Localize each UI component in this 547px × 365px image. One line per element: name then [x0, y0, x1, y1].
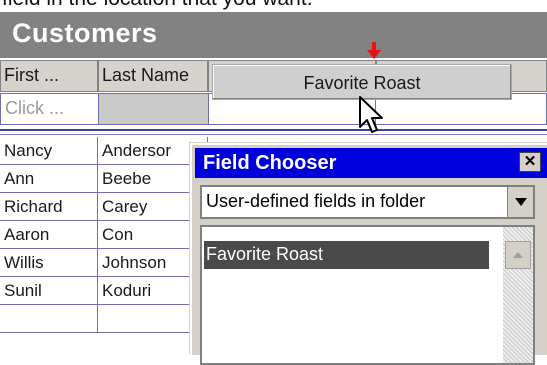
table-cell-first[interactable] — [0, 305, 98, 333]
column-header-first-name[interactable]: First ... — [0, 60, 98, 92]
new-row-separator — [0, 129, 547, 135]
field-set-dropdown-value: User-defined fields in folder — [206, 191, 426, 211]
customers-title-bar: Customers — [0, 12, 547, 58]
close-icon[interactable]: ✕ — [519, 152, 541, 172]
field-set-dropdown[interactable]: User-defined fields in folder — [200, 185, 535, 219]
field-list[interactable]: Favorite Roast — [200, 225, 535, 365]
customers-title: Customers — [12, 18, 158, 48]
table-cell-first[interactable]: Willis — [0, 249, 98, 277]
arrow-cursor-icon — [358, 95, 388, 142]
field-chooser-title-bar[interactable]: Field Chooser ✕ — [195, 148, 547, 178]
red-arrow-icon — [367, 42, 381, 63]
table-cell-first[interactable]: Nancy — [0, 137, 98, 165]
new-item-last-cell[interactable] — [98, 93, 209, 125]
field-list-item[interactable]: Favorite Roast — [204, 241, 489, 269]
field-chooser-title: Field Chooser — [203, 152, 337, 174]
table-cell-first[interactable]: Aaron — [0, 221, 98, 249]
field-chooser-dialog: Field Chooser ✕ User-defined fields in f… — [190, 143, 547, 365]
column-header-last-name[interactable]: Last Name — [98, 60, 208, 92]
triangle-up-icon[interactable] — [505, 241, 531, 269]
new-item-placeholder: Click ... — [5, 98, 65, 118]
caption-label: field in the location that you want. — [2, 0, 313, 11]
caption-text: field in the location that you want. — [0, 0, 547, 12]
table-cell-first[interactable]: Sunil — [0, 277, 98, 305]
table-cell-first[interactable]: Richard — [0, 193, 98, 221]
table-cell-first[interactable]: Ann — [0, 165, 98, 193]
new-item-first-cell[interactable]: Click ... — [0, 93, 99, 125]
triangle-down-icon[interactable] — [507, 187, 533, 217]
